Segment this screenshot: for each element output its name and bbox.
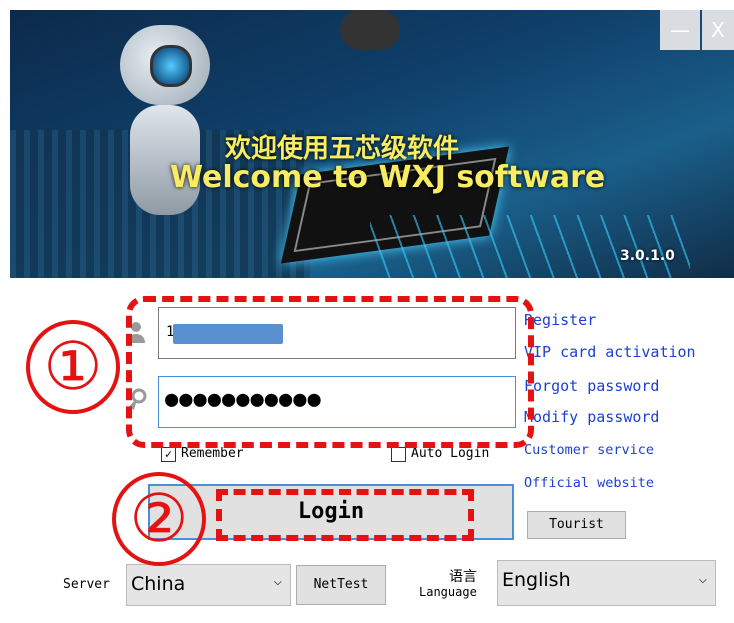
server-select[interactable]: China ⌵ [126,564,291,606]
chevron-down-icon: ⌵ [698,571,707,587]
language-label: Language [419,585,477,599]
server-label: Server [63,577,110,592]
version-label: 3.0.1.0 [620,248,675,264]
language-select[interactable]: English ⌵ [497,560,716,606]
banner-title-english: Welcome to WXJ software [170,160,606,195]
remember-checkbox[interactable]: ✓ [161,447,176,462]
remember-label: Remember [181,446,244,461]
annotation-marker-2: ② [112,472,206,566]
annotation-box-2 [216,489,474,541]
forgot-password-link[interactable]: Forgot password [524,377,659,395]
robot-eye-graphic [150,45,192,87]
auto-login-label: Auto Login [411,446,490,461]
auto-login-checkbox[interactable] [391,447,406,462]
chevron-down-icon: ⌵ [273,573,282,589]
modify-password-link[interactable]: Modify password [524,408,659,426]
minimize-button[interactable]: — [660,10,700,50]
nettest-button[interactable]: NetTest [296,565,386,605]
vip-activation-link[interactable]: VIP card activation [524,343,696,361]
language-label-chinese: 语言 [449,569,477,585]
register-link[interactable]: Register [524,311,596,329]
customer-service-link[interactable]: Customer service [524,442,654,458]
annotation-marker-1: ① [26,320,120,414]
language-value: English [502,569,571,591]
annotation-box-1 [126,296,534,448]
tourist-button[interactable]: Tourist [527,511,626,539]
server-value: China [131,573,186,595]
close-button[interactable]: X [702,10,734,50]
lightning-graphic [370,215,690,278]
official-website-link[interactable]: Official website [524,475,654,491]
crane-hook-graphic [340,10,400,50]
